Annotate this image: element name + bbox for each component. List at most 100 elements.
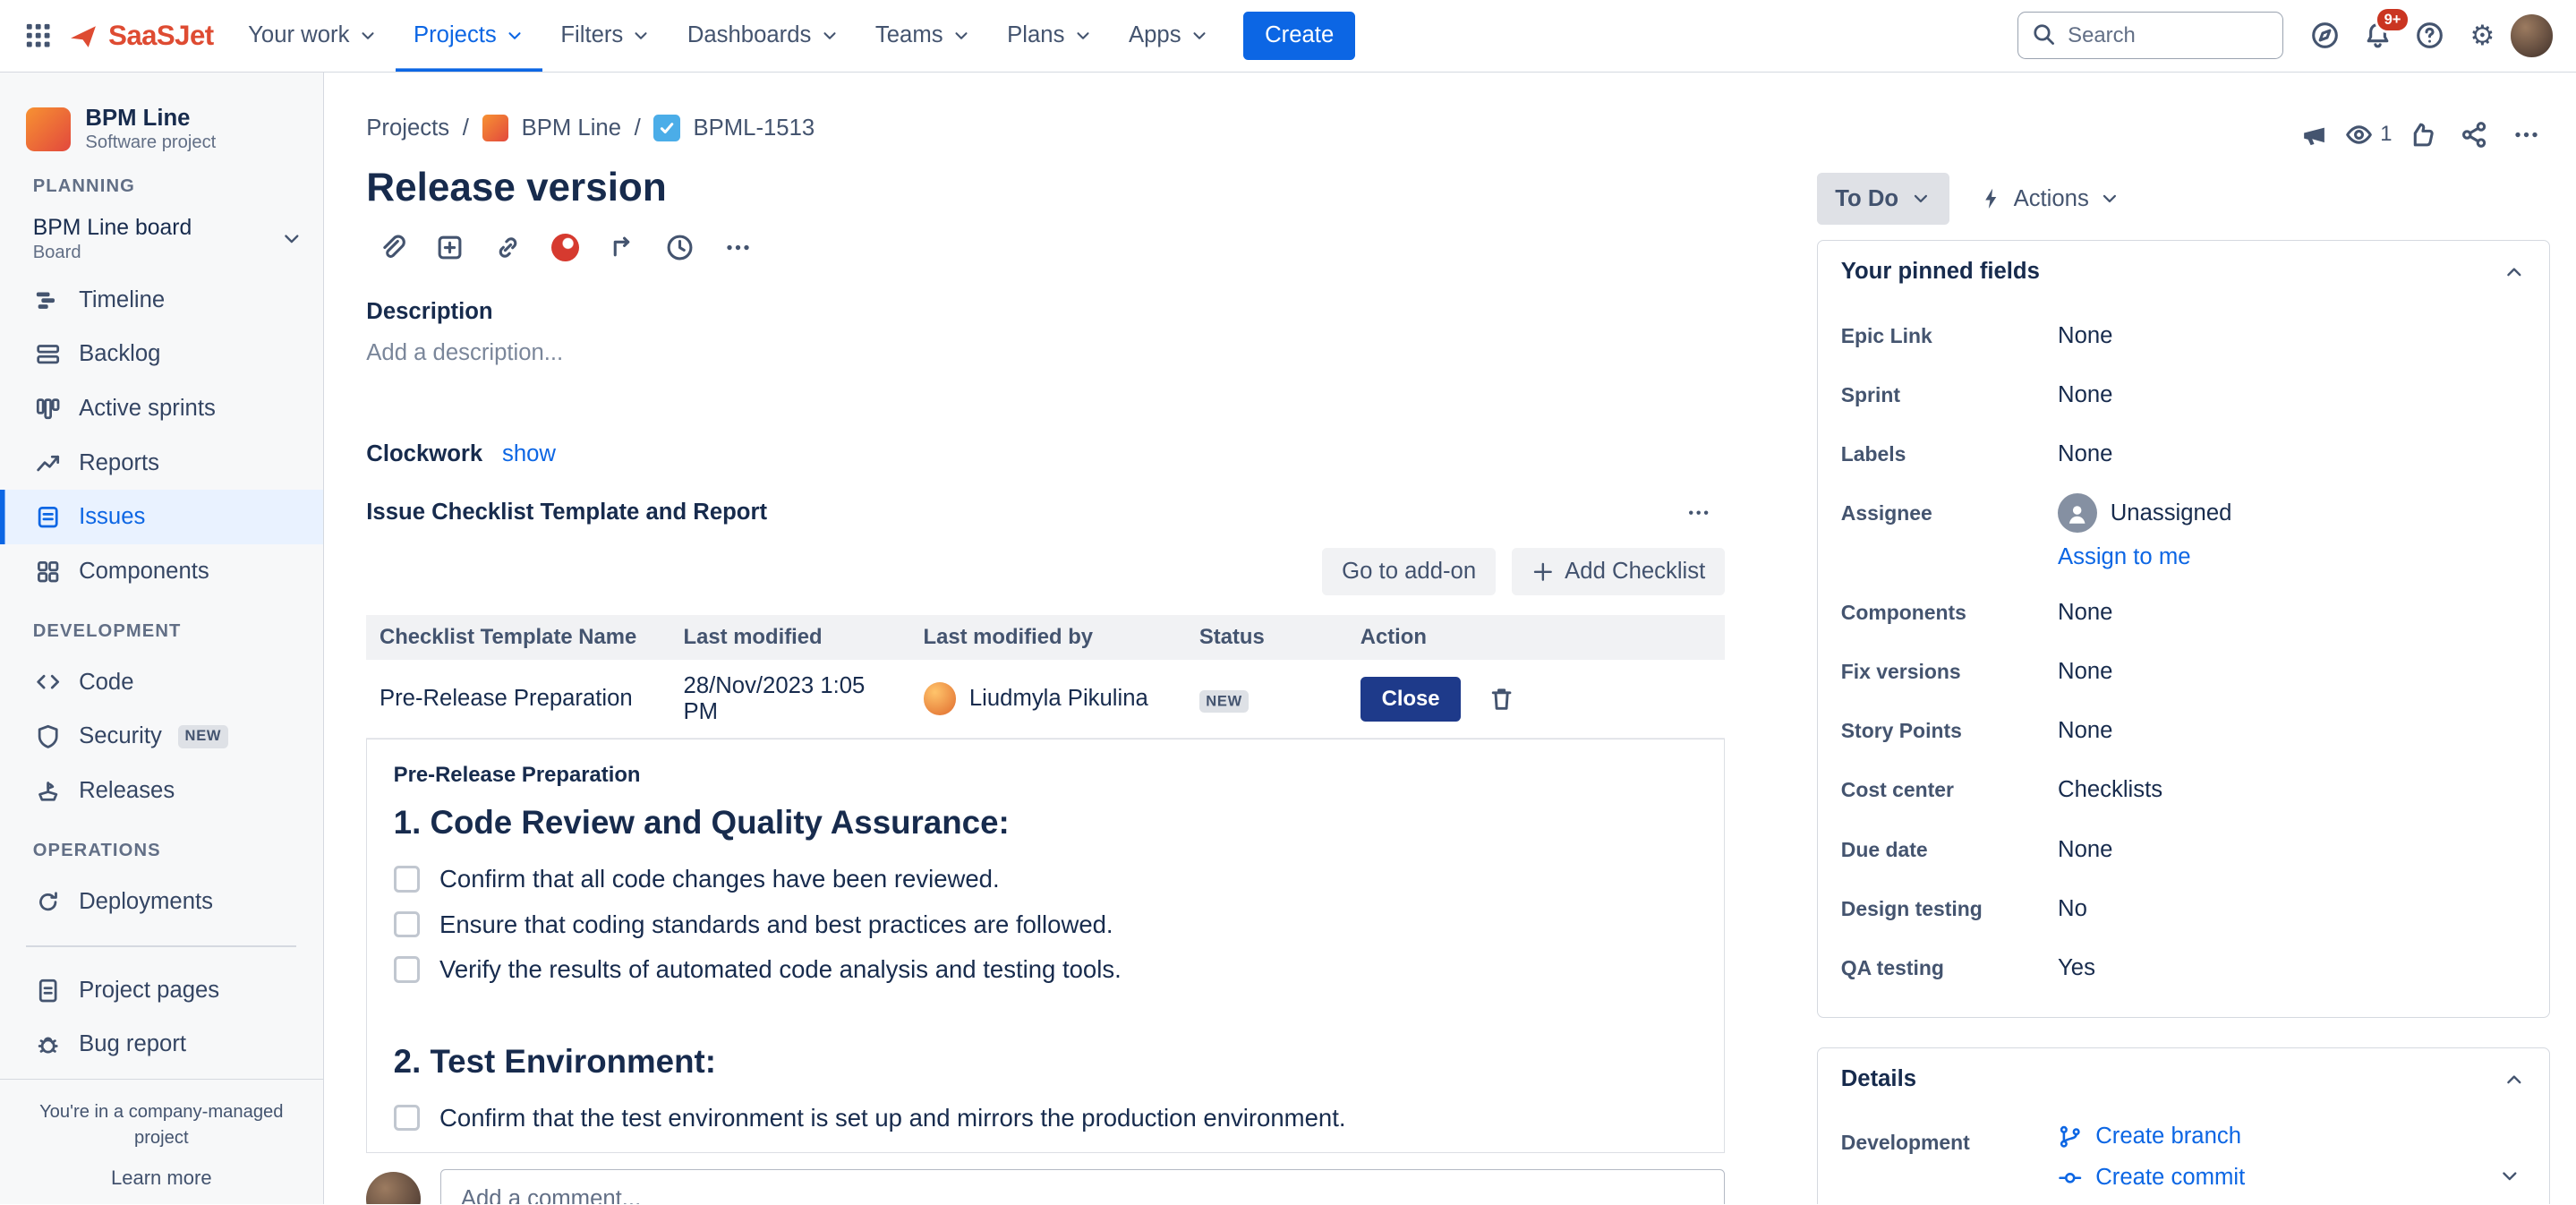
checkbox[interactable]	[394, 911, 420, 937]
clockwork-button[interactable]	[653, 224, 706, 271]
checklist-addon-button[interactable]	[539, 224, 592, 271]
sidebar-item-reports[interactable]: Reports	[0, 436, 323, 491]
field-value[interactable]: None	[2058, 323, 2526, 349]
bug-icon	[33, 1031, 63, 1057]
checkbox[interactable]	[394, 1105, 420, 1131]
sidebar-divider	[26, 945, 296, 947]
top-navigation: SaaSJet Your work Projects Filters Dashb…	[0, 0, 2576, 73]
nav-teams[interactable]: Teams	[857, 0, 989, 72]
status-actions-row: To Do Actions	[1817, 173, 2550, 226]
sidebar-item-releases[interactable]: Releases	[0, 764, 323, 818]
delete-checklist-button[interactable]	[1484, 682, 1519, 717]
sidebar-item-bug-report[interactable]: Bug report	[0, 1018, 323, 1073]
settings-button[interactable]: ⚙	[2458, 11, 2507, 60]
corner-arrow-icon	[608, 233, 637, 262]
nav-projects[interactable]: Projects	[396, 0, 542, 72]
learn-more-link[interactable]: Learn more	[111, 1167, 212, 1190]
field-value[interactable]: No	[2058, 896, 2526, 922]
nav-plans[interactable]: Plans	[989, 0, 1111, 72]
help-button[interactable]	[2405, 11, 2454, 60]
chevron-down-icon	[1910, 188, 1932, 209]
add-checklist-button[interactable]: Add Checklist	[1512, 548, 1725, 595]
field-value[interactable]: Checklists	[2058, 777, 2526, 803]
document-icon	[33, 978, 63, 1004]
corner-action-button[interactable]	[596, 224, 649, 271]
board-switcher[interactable]: BPM Line board Board	[0, 210, 323, 273]
sidebar-item-security[interactable]: Security NEW	[0, 709, 323, 764]
toolbar-more-button[interactable]	[712, 224, 764, 271]
field-value[interactable]: None	[2058, 837, 2526, 863]
field-fix-versions: Fix versions None	[1841, 643, 2526, 702]
checklist-section-heading: 2. Test Environment:	[394, 1043, 1698, 1081]
user-avatar[interactable]	[2511, 14, 2554, 57]
breadcrumb-projects[interactable]: Projects	[366, 115, 449, 141]
checklist-app-more-button[interactable]	[1673, 489, 1726, 536]
assign-to-me-row: Assign to me	[1841, 543, 2526, 584]
more-actions-button[interactable]	[2503, 112, 2549, 158]
app-switcher-button[interactable]	[13, 11, 63, 60]
add-child-issue-button[interactable]	[424, 224, 477, 271]
sidebar-item-backlog[interactable]: Backlog	[0, 328, 323, 382]
checklist-item: Verify the results of automated code ana…	[394, 955, 1698, 984]
development-expand-button[interactable]	[2486, 1153, 2532, 1199]
status-dropdown[interactable]: To Do	[1817, 173, 1949, 226]
nav-dashboards[interactable]: Dashboards	[670, 0, 857, 72]
field-label: Epic Link	[1841, 324, 2058, 348]
saasjet-logo-icon	[69, 21, 98, 50]
field-components: Components None	[1841, 584, 2526, 643]
assignee-value[interactable]: Unassigned	[2058, 493, 2526, 533]
sidebar-item-project-pages[interactable]: Project pages	[0, 963, 323, 1018]
sidebar-item-code[interactable]: Code	[0, 655, 323, 710]
chevron-down-icon	[1073, 26, 1093, 46]
checkbox[interactable]	[394, 956, 420, 982]
nav-filters[interactable]: Filters	[542, 0, 670, 72]
field-value[interactable]: None	[2058, 600, 2526, 626]
unassigned-avatar-icon	[2058, 493, 2097, 533]
sidebar-item-issues[interactable]: Issues	[0, 490, 323, 544]
field-value[interactable]: None	[2058, 441, 2526, 467]
checkbox[interactable]	[394, 866, 420, 892]
watch-button[interactable]: 1	[2344, 112, 2393, 158]
description-placeholder[interactable]: Add a description...	[366, 340, 1725, 366]
nav-apps[interactable]: Apps	[1111, 0, 1227, 72]
feedback-button[interactable]	[2291, 112, 2337, 158]
checklist-item-label: Verify the results of automated code ana…	[439, 955, 1122, 984]
pinned-fields-title: Your pinned fields	[1841, 259, 2040, 285]
search-input[interactable]	[2017, 12, 2283, 59]
breadcrumb-issue-key[interactable]: BPML-1513	[694, 115, 815, 141]
close-checklist-button[interactable]: Close	[1361, 677, 1462, 722]
create-button[interactable]: Create	[1243, 12, 1355, 61]
vote-button[interactable]	[2399, 112, 2444, 158]
details-header[interactable]: Details	[1818, 1048, 2549, 1110]
saasjet-logo[interactable]: SaaSJet	[69, 20, 214, 52]
clockwork-show-link[interactable]: show	[502, 441, 556, 466]
chevron-down-icon	[505, 26, 525, 46]
field-value[interactable]: None	[2058, 382, 2526, 408]
pinned-fields-header[interactable]: Your pinned fields	[1818, 241, 2549, 303]
sidebar-item-active-sprints[interactable]: Active sprints	[0, 381, 323, 436]
breadcrumb-project[interactable]: BPM Line	[522, 115, 621, 141]
go-to-addon-button[interactable]: Go to add-on	[1322, 548, 1496, 595]
field-label: Due date	[1841, 838, 2058, 862]
share-button[interactable]	[2452, 112, 2497, 158]
actions-dropdown[interactable]: Actions	[1979, 186, 2120, 212]
sidebar-item-label: Project pages	[79, 978, 219, 1004]
field-value[interactable]: Yes	[2058, 955, 2526, 981]
sidebar-item-components[interactable]: Components	[0, 544, 323, 599]
field-value[interactable]: None	[2058, 659, 2526, 685]
create-commit-link[interactable]: Create commit	[2058, 1165, 2486, 1191]
field-value[interactable]: None	[2058, 718, 2526, 744]
nav-your-work[interactable]: Your work	[230, 0, 396, 72]
status-label: To Do	[1835, 186, 1898, 212]
assign-to-me-link[interactable]: Assign to me	[2058, 544, 2526, 570]
checklist-panel: Pre-Release Preparation 1. Code Review a…	[366, 739, 1725, 1153]
comment-input[interactable]	[440, 1169, 1725, 1204]
create-branch-link[interactable]: Create branch	[2058, 1124, 2486, 1149]
discover-button[interactable]	[2300, 11, 2350, 60]
link-issue-button[interactable]	[482, 224, 534, 271]
attach-button[interactable]	[366, 224, 419, 271]
lightning-icon	[1979, 186, 2004, 211]
sidebar-item-deployments[interactable]: Deployments	[0, 875, 323, 929]
chevron-down-icon	[2099, 188, 2120, 209]
sidebar-item-timeline[interactable]: Timeline	[0, 273, 323, 328]
